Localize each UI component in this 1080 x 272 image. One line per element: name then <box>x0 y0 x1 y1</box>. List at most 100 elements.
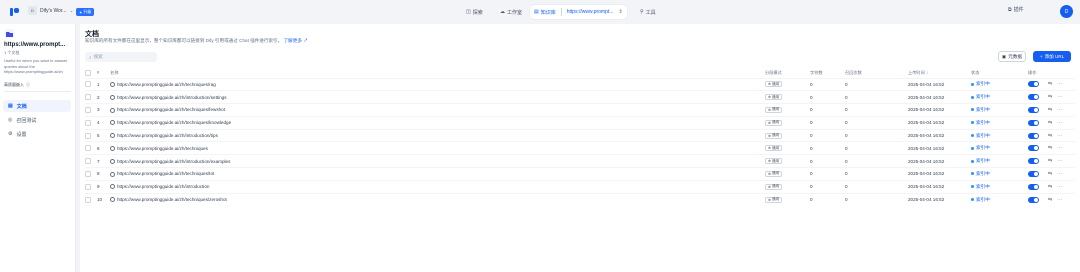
row-upload-time: 2025-04-04 16:52 <box>908 179 971 194</box>
documents-panel: 文档 知识库的所有文件都在这里显示，整个知识库都可以链接到 Dify 引用或通过… <box>80 24 1080 272</box>
embedding-info: 高质量嵌入 ⓘ <box>4 82 30 88</box>
more-icon[interactable]: ⋯ <box>1057 171 1062 177</box>
row-name-cell[interactable]: https://www.promptingguide.ai/zh/introdu… <box>110 90 765 104</box>
row-checkbox[interactable] <box>85 170 91 177</box>
nav-tools[interactable]: ⚲ 工具 <box>636 5 660 19</box>
metadata-button[interactable]: ▣ 元数据 <box>998 51 1026 62</box>
sync-icon[interactable]: ⇆ <box>1048 120 1052 126</box>
sync-icon[interactable]: ⇆ <box>1048 197 1052 203</box>
table-row[interactable]: 7 https://www.promptingguide.ai/zh/introd… <box>85 154 1075 168</box>
row-checkbox[interactable] <box>85 183 91 190</box>
sync-icon[interactable]: ⇆ <box>1048 133 1052 139</box>
row-checkbox[interactable] <box>85 119 91 126</box>
row-checkbox[interactable] <box>85 106 91 113</box>
sidebar-item-documents[interactable]: ▤ 文档 <box>3 100 71 112</box>
row-checkbox[interactable] <box>85 158 91 165</box>
sidebar-item-settings[interactable]: ⚙ 设置 <box>3 128 71 140</box>
row-name-cell[interactable]: https://www.promptingguide.ai/zh/techniq… <box>110 167 765 181</box>
more-icon[interactable]: ⋯ <box>1057 184 1062 190</box>
workspace-switcher[interactable]: D Dify's Wor... ⌄ <box>28 6 74 15</box>
row-checkbox[interactable] <box>85 132 91 139</box>
row-checkbox[interactable] <box>85 94 91 101</box>
row-chars: 0 <box>810 128 845 142</box>
row-name-cell[interactable]: https://www.promptingguide.ai/zh/introdu… <box>110 179 765 194</box>
mode-badge: ⊕ 通用 <box>765 170 783 177</box>
sidebar-item-retrieval-test[interactable]: ◎ 召回测试 <box>3 114 71 126</box>
enable-toggle[interactable] <box>1028 106 1039 113</box>
row-checkbox[interactable] <box>85 145 91 152</box>
row-upload-time: 2025-04-04 16:52 <box>908 167 971 181</box>
enable-toggle[interactable] <box>1028 145 1039 152</box>
table-row[interactable]: 8 https://www.promptingguide.ai/zh/techni… <box>85 167 1075 181</box>
status-dot-icon <box>971 108 974 112</box>
user-avatar[interactable]: D <box>1060 5 1073 18</box>
enable-toggle[interactable] <box>1028 183 1039 190</box>
mode-badge: ⊕ 通用 <box>765 106 783 113</box>
enable-toggle[interactable] <box>1028 196 1039 203</box>
table-row[interactable]: 9 https://www.promptingguide.ai/zh/introd… <box>85 179 1075 194</box>
table-row[interactable]: 2 https://www.promptingguide.ai/zh/introd… <box>85 90 1075 104</box>
row-status-cell: 索引中 <box>971 128 1028 142</box>
row-name-cell[interactable]: https://www.promptingguide.ai/zh/techniq… <box>110 77 765 91</box>
sync-icon[interactable]: ⇆ <box>1048 81 1052 87</box>
sync-icon[interactable]: ⇆ <box>1048 171 1052 177</box>
row-mode-cell: ⊕ 通用 <box>765 90 810 104</box>
more-icon[interactable]: ⋯ <box>1057 145 1062 151</box>
nav-explore[interactable]: ◫ 探索 <box>462 5 487 19</box>
globe-icon <box>110 133 115 139</box>
enable-toggle[interactable] <box>1028 170 1039 177</box>
more-icon[interactable]: ⋯ <box>1057 133 1062 139</box>
chevron-updown-icon[interactable]: ⇕ <box>618 9 622 15</box>
enable-toggle[interactable] <box>1028 132 1039 139</box>
row-name-cell[interactable]: https://www.promptingguide.ai/zh/techniq… <box>110 192 765 206</box>
table-row[interactable]: 10 https://www.promptingguide.ai/zh/techn… <box>85 192 1075 206</box>
nav-studio[interactable]: ☁ 工作室 <box>496 5 526 19</box>
enable-toggle[interactable] <box>1028 119 1039 126</box>
row-name-cell[interactable]: https://www.promptingguide.ai/zh/techniq… <box>110 103 765 117</box>
row-actions-cell: ⇆ ⋯ <box>1028 77 1075 91</box>
table-row[interactable]: 4 https://www.promptingguide.ai/zh/techni… <box>85 115 1075 130</box>
upgrade-button[interactable]: ✦ 升级 <box>76 8 95 16</box>
dify-logo-icon[interactable] <box>10 7 20 17</box>
sync-icon[interactable]: ⇆ <box>1048 94 1052 100</box>
table-row[interactable]: 6 https://www.promptingguide.ai/zh/techni… <box>85 141 1075 155</box>
row-checkbox[interactable] <box>85 81 91 88</box>
more-icon[interactable]: ⋯ <box>1057 107 1062 113</box>
info-icon[interactable]: ⓘ <box>26 82 30 88</box>
row-name-cell[interactable]: https://www.promptingguide.ai/zh/techniq… <box>110 115 765 130</box>
nav-knowledge[interactable]: ▤ 知识库 https://www.prompt... ⇕ <box>530 5 627 19</box>
more-icon[interactable]: ⋯ <box>1057 94 1062 100</box>
row-name-cell[interactable]: https://www.promptingguide.ai/zh/techniq… <box>110 141 765 155</box>
row-name: https://www.promptingguide.ai/zh/introdu… <box>117 158 231 164</box>
enable-toggle[interactable] <box>1028 81 1039 88</box>
row-recall: 0 <box>845 179 908 194</box>
globe-icon <box>110 120 115 126</box>
row-name-cell[interactable]: https://www.promptingguide.ai/zh/introdu… <box>110 128 765 142</box>
row-chars: 0 <box>810 179 845 194</box>
status-badge: 索引中 <box>971 197 990 203</box>
row-checkbox[interactable] <box>85 196 91 203</box>
enable-toggle[interactable] <box>1028 94 1039 101</box>
enable-toggle[interactable] <box>1028 158 1039 165</box>
select-all-checkbox[interactable] <box>85 69 91 76</box>
more-icon[interactable]: ⋯ <box>1057 197 1062 203</box>
more-icon[interactable]: ⋯ <box>1057 158 1062 164</box>
row-chars: 0 <box>810 103 845 117</box>
plugins-button[interactable]: ⧉ 插件 <box>1008 6 1024 14</box>
sync-icon[interactable]: ⇆ <box>1048 158 1052 164</box>
learn-more-link[interactable]: 了解更多 <box>284 38 302 43</box>
row-name-cell[interactable]: https://www.promptingguide.ai/zh/introdu… <box>110 154 765 168</box>
row-select-cell <box>85 179 97 194</box>
sync-icon[interactable]: ⇆ <box>1048 184 1052 190</box>
col-upload-time[interactable]: 上传时间 ↓ <box>908 68 971 78</box>
search-input[interactable]: ⌕ 搜索 <box>85 52 157 62</box>
add-url-button[interactable]: + 添加 URL <box>1033 51 1071 62</box>
sync-icon[interactable]: ⇆ <box>1048 145 1052 151</box>
table-row[interactable]: 3 https://www.promptingguide.ai/zh/techni… <box>85 103 1075 117</box>
table-row[interactable]: 1 https://www.promptingguide.ai/zh/techni… <box>85 77 1075 91</box>
table-row[interactable]: 5 https://www.promptingguide.ai/zh/introd… <box>85 128 1075 142</box>
more-icon[interactable]: ⋯ <box>1057 81 1062 87</box>
globe-icon <box>110 94 115 100</box>
more-icon[interactable]: ⋯ <box>1057 120 1062 126</box>
sync-icon[interactable]: ⇆ <box>1048 107 1052 113</box>
